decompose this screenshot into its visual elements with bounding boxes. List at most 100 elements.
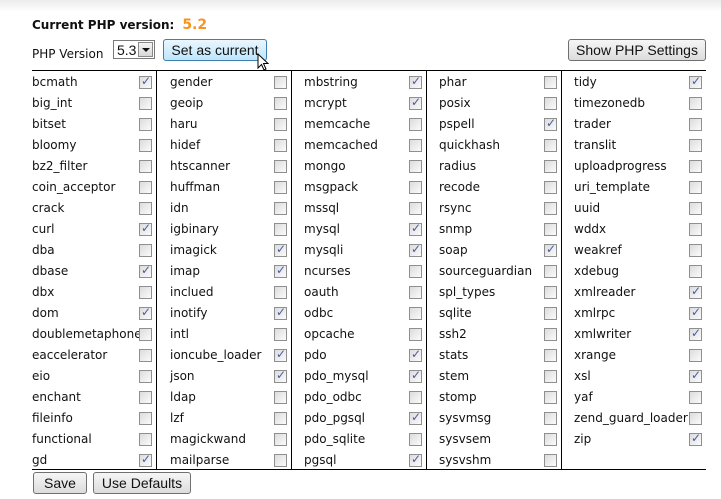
extension-checkbox[interactable] — [139, 452, 152, 467]
extension-checkbox[interactable] — [409, 202, 422, 215]
extension-checkbox[interactable] — [274, 97, 287, 110]
extension-checkbox[interactable] — [544, 139, 557, 152]
extension-checkbox[interactable] — [409, 452, 422, 467]
extension-checkbox[interactable] — [544, 181, 557, 194]
extension-checkbox[interactable] — [139, 263, 152, 278]
extension-checkbox[interactable] — [689, 265, 702, 278]
extension-checkbox[interactable] — [139, 412, 152, 425]
extension-checkbox[interactable] — [689, 412, 702, 425]
extension-checkbox[interactable] — [409, 242, 422, 257]
extension-checkbox[interactable] — [274, 391, 287, 404]
extension-checkbox[interactable] — [544, 76, 557, 89]
extension-checkbox[interactable] — [139, 139, 152, 152]
extension-checkbox[interactable] — [689, 160, 702, 173]
extension-checkbox[interactable] — [409, 160, 422, 173]
extension-checkbox[interactable] — [274, 328, 287, 341]
extension-checkbox[interactable] — [689, 118, 702, 131]
extension-checkbox[interactable] — [139, 370, 152, 383]
extension-checkbox[interactable] — [689, 202, 702, 215]
extension-checkbox[interactable] — [274, 181, 287, 194]
extension-checkbox[interactable] — [274, 76, 287, 89]
extension-checkbox[interactable] — [274, 263, 287, 278]
extension-checkbox[interactable] — [274, 347, 287, 362]
extension-checkbox[interactable] — [544, 242, 557, 257]
extension-checkbox[interactable] — [274, 160, 287, 173]
save-button[interactable]: Save — [33, 472, 87, 494]
extension-checkbox[interactable] — [689, 349, 702, 362]
extension-checkbox[interactable] — [274, 433, 287, 446]
extension-checkbox[interactable] — [689, 181, 702, 194]
extension-checkbox[interactable] — [689, 223, 702, 236]
extension-checkbox[interactable] — [139, 97, 152, 110]
extension-checkbox[interactable] — [139, 349, 152, 362]
extension-checkbox[interactable] — [409, 74, 422, 89]
set-as-current-button[interactable]: Set as current — [163, 39, 267, 61]
extension-checkbox[interactable] — [544, 391, 557, 404]
extension-checkbox[interactable] — [544, 412, 557, 425]
extension-checkbox[interactable] — [544, 454, 557, 467]
extension-checkbox[interactable] — [689, 74, 702, 89]
extension-checkbox[interactable] — [409, 118, 422, 131]
extension-checkbox[interactable] — [139, 118, 152, 131]
extension-checkbox[interactable] — [544, 433, 557, 446]
extension-checkbox[interactable] — [689, 139, 702, 152]
extension-checkbox[interactable] — [544, 116, 557, 131]
extension-checkbox[interactable] — [274, 223, 287, 236]
extension-checkbox[interactable] — [274, 286, 287, 299]
extension-checkbox[interactable] — [544, 160, 557, 173]
extension-checkbox[interactable] — [409, 368, 422, 383]
extension-checkbox[interactable] — [274, 242, 287, 257]
extension-checkbox[interactable] — [689, 244, 702, 257]
extension-checkbox[interactable] — [139, 202, 152, 215]
extension-checkbox[interactable] — [409, 328, 422, 341]
extension-checkbox[interactable] — [274, 454, 287, 467]
extension-checkbox[interactable] — [409, 139, 422, 152]
extension-checkbox[interactable] — [689, 368, 702, 383]
extension-checkbox[interactable] — [544, 265, 557, 278]
extension-checkbox[interactable] — [139, 433, 152, 446]
extension-checkbox[interactable] — [689, 97, 702, 110]
extension-checkbox[interactable] — [139, 74, 152, 89]
extension-checkbox[interactable] — [409, 286, 422, 299]
extension-checkbox[interactable] — [544, 328, 557, 341]
chevron-down-icon[interactable] — [138, 42, 153, 57]
extension-checkbox[interactable] — [689, 326, 702, 341]
extension-checkbox[interactable] — [139, 391, 152, 404]
extension-checkbox[interactable] — [409, 307, 422, 320]
extension-checkbox[interactable] — [689, 431, 702, 446]
extension-checkbox[interactable] — [689, 284, 702, 299]
use-defaults-button[interactable]: Use Defaults — [93, 472, 191, 494]
extension-checkbox[interactable] — [409, 181, 422, 194]
extension-checkbox[interactable] — [274, 412, 287, 425]
extension-checkbox[interactable] — [274, 305, 287, 320]
extension-checkbox[interactable] — [409, 265, 422, 278]
php-version-select[interactable]: 5.3 — [113, 40, 155, 59]
extension-checkbox[interactable] — [139, 305, 152, 320]
extension-checkbox[interactable] — [409, 391, 422, 404]
extension-checkbox[interactable] — [544, 307, 557, 320]
extension-checkbox[interactable] — [544, 349, 557, 362]
extension-checkbox[interactable] — [274, 202, 287, 215]
extension-checkbox[interactable] — [409, 221, 422, 236]
extension-checkbox[interactable] — [544, 97, 557, 110]
extension-checkbox[interactable] — [139, 328, 152, 341]
extension-checkbox[interactable] — [409, 433, 422, 446]
extension-checkbox[interactable] — [544, 370, 557, 383]
extension-checkbox[interactable] — [409, 347, 422, 362]
extension-checkbox[interactable] — [544, 223, 557, 236]
extension-checkbox[interactable] — [274, 139, 287, 152]
extension-checkbox[interactable] — [409, 95, 422, 110]
extension-checkbox[interactable] — [689, 305, 702, 320]
extension-checkbox[interactable] — [139, 244, 152, 257]
extension-checkbox[interactable] — [139, 286, 152, 299]
extension-checkbox[interactable] — [274, 118, 287, 131]
extension-checkbox[interactable] — [139, 181, 152, 194]
extension-checkbox[interactable] — [139, 160, 152, 173]
extension-checkbox[interactable] — [139, 221, 152, 236]
extension-checkbox[interactable] — [274, 368, 287, 383]
extension-checkbox[interactable] — [544, 286, 557, 299]
show-php-settings-button[interactable]: Show PHP Settings — [568, 39, 706, 61]
extension-checkbox[interactable] — [689, 391, 702, 404]
extension-checkbox[interactable] — [544, 202, 557, 215]
extension-checkbox[interactable] — [409, 410, 422, 425]
